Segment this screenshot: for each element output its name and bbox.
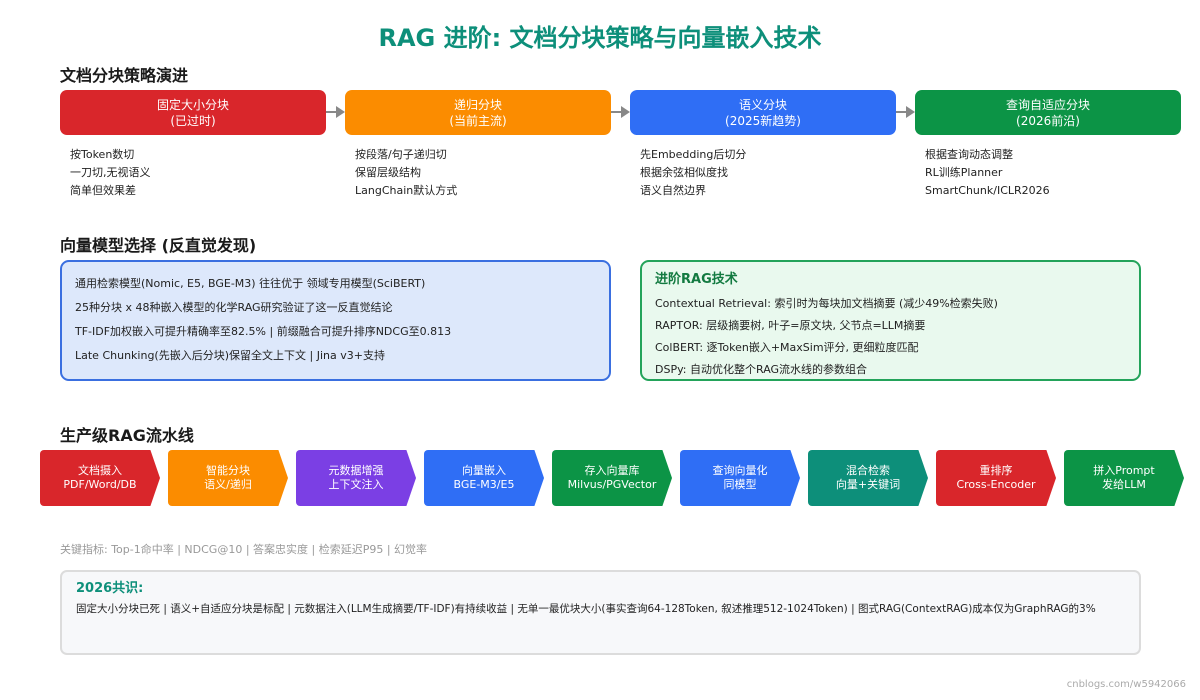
note-line: 一刀切,无视语义 <box>70 166 151 179</box>
step-label: 元数据增强 <box>328 464 384 477</box>
note-line: 保留层级结构 <box>355 166 421 179</box>
key-metrics: 关键指标: Top-1命中率 | NDCG@10 | 答案忠实度 | 检索延迟P… <box>60 543 428 556</box>
stage-name: 语义分块 <box>738 97 787 112</box>
step-detail: Milvus/PGVector <box>567 478 657 491</box>
note-line: 根据查询动态调整 <box>925 148 1013 161</box>
consensus-title: 2026共识: <box>76 581 144 596</box>
step-detail: BGE-M3/E5 <box>453 478 515 491</box>
note-line: RL训练Planner <box>925 166 1003 179</box>
stage-sub: (2026前沿) <box>1016 113 1080 128</box>
advanced-rag-panel: 进阶RAG技术 Contextual Retrieval: 索引时为每块加文档摘… <box>640 260 1141 381</box>
note-line: 按Token数切 <box>70 148 135 161</box>
pipeline-step-ingest: 文档摄入 PDF/Word/DB <box>40 450 160 506</box>
arrow-right-icon <box>611 106 630 118</box>
panel-line: 25种分块 x 48种嵌入模型的化学RAG研究验证了这一反直觉结论 <box>75 301 393 314</box>
stage-notes-recursive: 按段落/句子递归切 保留层级结构 LangChain默认方式 <box>345 146 611 200</box>
panel-line: ColBERT: 逐Token嵌入+MaxSim评分, 更细粒度匹配 <box>655 341 919 354</box>
pipeline-step-hybrid-search: 混合检索 向量+关键词 <box>808 450 928 506</box>
pipeline-step-embed: 向量嵌入 BGE-M3/E5 <box>424 450 544 506</box>
panel-heading: 进阶RAG技术 <box>655 272 738 287</box>
section-title-embedding: 向量模型选择 (反直觉发现) <box>60 236 257 255</box>
note-line: 语义自然边界 <box>640 184 706 197</box>
pipeline-step-query-embed: 查询向量化 同模型 <box>680 450 800 506</box>
stage-notes-semantic: 先Embedding后切分 根据余弦相似度找 语义自然边界 <box>630 146 896 200</box>
watermark: cnblogs.com/w5942066 <box>1066 679 1186 690</box>
step-label: 混合检索 <box>846 464 890 477</box>
step-label: 向量嵌入 <box>462 464 506 477</box>
pipeline-step-store: 存入向量库 Milvus/PGVector <box>552 450 672 506</box>
stage-sub: (当前主流) <box>449 113 507 128</box>
step-detail: 上下文注入 <box>328 478 384 491</box>
note-line: 简单但效果差 <box>70 184 136 197</box>
section-title-chunking: 文档分块策略演进 <box>60 66 189 85</box>
note-line: LangChain默认方式 <box>355 184 458 197</box>
step-detail: 同模型 <box>723 478 757 491</box>
panel-line: RAPTOR: 层级摘要树, 叶子=原文块, 父节点=LLM摘要 <box>655 319 926 332</box>
step-label: 文档摄入 <box>78 464 122 477</box>
step-detail: 向量+关键词 <box>835 478 901 491</box>
panel-line: DSPy: 自动优化整个RAG流水线的参数组合 <box>655 363 868 376</box>
consensus-text: 固定大小分块已死 | 语义+自适应分块是标配 | 元数据注入(LLM生成摘要/T… <box>76 603 1096 615</box>
page-title: RAG 进阶: 文档分块策略与向量嵌入技术 <box>378 24 822 52</box>
step-label: 存入向量库 <box>584 464 640 477</box>
step-detail: 发给LLM <box>1102 478 1146 491</box>
stage-fixed-size: 固定大小分块 (已过时) <box>60 90 326 135</box>
step-detail: Cross-Encoder <box>956 478 1036 491</box>
panel-line: TF-IDF加权嵌入可提升精确率至82.5% | 前缀融合可提升排序NDCG至0… <box>75 325 452 338</box>
pipeline-step-metadata: 元数据增强 上下文注入 <box>296 450 416 506</box>
note-line: 先Embedding后切分 <box>640 148 747 161</box>
pipeline-step-rerank: 重排序 Cross-Encoder <box>936 450 1056 506</box>
section-title-pipeline: 生产级RAG流水线 <box>60 426 194 445</box>
step-label: 重排序 <box>979 464 1013 477</box>
stage-sub: (2025新趋势) <box>725 113 801 128</box>
panel-line: Contextual Retrieval: 索引时为每块加文档摘要 (减少49%… <box>655 297 998 310</box>
consensus-box: 2026共识: 固定大小分块已死 | 语义+自适应分块是标配 | 元数据注入(L… <box>60 570 1141 655</box>
stage-recursive: 递归分块 (当前主流) <box>345 90 611 135</box>
step-label: 拼入Prompt <box>1093 464 1155 477</box>
panel-line: Late Chunking(先嵌入后分块)保留全文上下文 | Jina v3+支… <box>75 349 385 362</box>
step-label: 智能分块 <box>206 464 250 477</box>
note-line: SmartChunk/ICLR2026 <box>925 184 1050 197</box>
stage-name: 固定大小分块 <box>156 97 229 112</box>
arrow-right-icon <box>896 106 915 118</box>
arrow-right-icon <box>326 106 345 118</box>
stage-sub: (已过时) <box>170 113 216 128</box>
panel-line: 通用检索模型(Nomic, E5, BGE-M3) 往往优于 领域专用模型(Sc… <box>75 277 426 290</box>
pipeline-step-chunk: 智能分块 语义/递归 <box>168 450 288 506</box>
step-label: 查询向量化 <box>712 464 768 477</box>
stage-name: 递归分块 <box>453 97 502 112</box>
embedding-findings-panel: 通用检索模型(Nomic, E5, BGE-M3) 往往优于 领域专用模型(Sc… <box>60 260 611 381</box>
step-detail: PDF/Word/DB <box>63 478 137 491</box>
stage-query-adaptive: 查询自适应分块 (2026前沿) <box>915 90 1181 135</box>
stage-name: 查询自适应分块 <box>1005 97 1090 112</box>
note-line: 根据余弦相似度找 <box>640 166 728 179</box>
stage-notes-adaptive: 根据查询动态调整 RL训练Planner SmartChunk/ICLR2026 <box>915 146 1181 200</box>
note-line: 按段落/句子递归切 <box>355 148 447 161</box>
step-detail: 语义/递归 <box>204 478 252 491</box>
stage-notes-fixed: 按Token数切 一刀切,无视语义 简单但效果差 <box>60 146 326 200</box>
stage-semantic: 语义分块 (2025新趋势) <box>630 90 896 135</box>
pipeline-step-prompt: 拼入Prompt 发给LLM <box>1064 450 1184 506</box>
